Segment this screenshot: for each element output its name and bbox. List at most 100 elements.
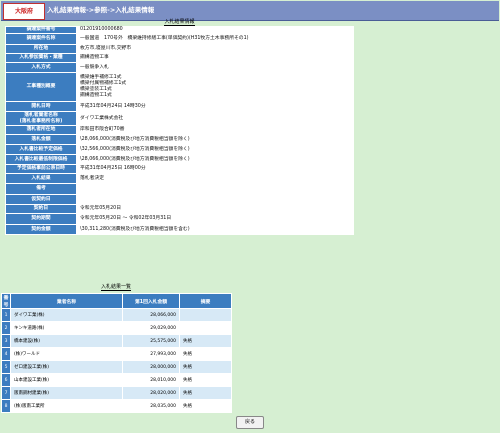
bid-no: 8	[1, 399, 11, 413]
table-row: 5 ゼロ建設工業(株) 28,000,000 失格	[1, 360, 232, 374]
detail-label: 備考	[5, 183, 77, 195]
bid-note	[179, 321, 232, 335]
bid-no: 2	[1, 321, 11, 335]
detail-label: 入札結果	[5, 173, 77, 184]
detail-value: \28,066,000(消費税及び地方消費税相当額を除く)	[76, 154, 354, 165]
detail-value: 平成31年04月25日 16時00分	[76, 164, 354, 174]
detail-row: 落札金額 \28,066,000(消費税及び地方消費税相当額を除く)	[5, 134, 354, 145]
detail-value	[76, 194, 354, 205]
detail-row: 契約金額 \30,311,280(消費税及び地方消費税相当額を含む)	[5, 224, 354, 235]
column-header-name: 業者名称	[10, 293, 123, 309]
bid-amount: 28,010,000	[122, 373, 180, 387]
detail-label: 入札参加資格・業種	[5, 53, 77, 63]
bid-no: 7	[1, 386, 11, 400]
bid-result-list: 入札結果一覧 番号 業者名称 第1回入札金額 摘要 1 ダイワ工業(株) 28,06…	[1, 283, 232, 413]
bid-note: 失格	[179, 386, 232, 400]
bid-no: 3	[1, 334, 11, 348]
detail-table: 調達案件番号 01201910000680 調達案件名称 一般国道 170号外 橋梁維…	[5, 26, 354, 235]
bid-amount: 27,993,000	[122, 347, 180, 361]
bid-no: 6	[1, 373, 11, 387]
detail-label: 契約金額	[5, 224, 77, 235]
detail-value: 枚方市,寝屋川市,交野市	[76, 44, 354, 54]
detail-value: 一般国道 170号外 橋梁維持修繕工事(単価契約)(H31牧方土木事務所その1)	[76, 33, 354, 45]
bid-table: 番号 業者名称 第1回入札金額 摘要 1 ダイワ工業(株) 28,066,000 2 キ…	[1, 293, 232, 413]
column-header-no: 番号	[1, 293, 11, 309]
detail-value: 落札者決定	[76, 173, 354, 184]
detail-value: 平成31年04月24日 14時30分	[76, 101, 354, 112]
detail-row: 備考	[5, 183, 354, 195]
bidder-name: ゼロ建設工業(株)	[10, 360, 123, 374]
detail-section-title: 入札結果情報	[164, 19, 195, 26]
breadcrumb: 入札結果情報->参照->入札結果情報	[47, 6, 155, 14]
table-row: 7 阪南鋼材建業(株) 28,020,000 失格	[1, 386, 232, 400]
bid-amount: 28,066,000	[122, 308, 180, 322]
detail-label: 落札者所在地	[5, 125, 77, 135]
detail-label: 開札日時	[5, 101, 77, 112]
bid-note: 失格	[179, 347, 232, 361]
detail-value: 橋梁維手補修工1式 橋梁付属物補修工1式 橋梁塗装工1式 鋼構造物工1式	[76, 72, 354, 102]
detail-value: \30,311,280(消費税及び地方消費税相当額を含む)	[76, 224, 354, 235]
bid-note	[179, 308, 232, 322]
list-section-title: 入札結果一覧	[100, 284, 131, 291]
detail-value: 令和元年05月20日 ～ 令和02年03月31日	[76, 213, 354, 225]
detail-label: 調達案件名称	[5, 33, 77, 45]
detail-row: 所在地 枚方市,寝屋川市,交野市	[5, 44, 354, 54]
bidder-name: (株)ワールド	[10, 347, 123, 361]
detail-value: ダイワ工業株式会社	[76, 111, 354, 126]
table-row: 8 (株)阪南工業所 28,035,000 失格	[1, 399, 232, 413]
detail-label: 落札者業者名称 (落札者事務所名称)	[5, 111, 77, 126]
detail-row: 調達案件番号 01201910000680	[5, 26, 354, 34]
column-header-note: 摘要	[179, 293, 232, 309]
detail-row: 入札参加資格・業種 鋼構造物工事	[5, 53, 354, 63]
detail-value: \28,066,000(消費税及び地方消費税相当額を除く)	[76, 134, 354, 145]
table-row: 3 橋本建設(株) 25,575,000 失格	[1, 334, 232, 348]
detail-value: \32,566,000(消費税及び地方消費税相当額を除く)	[76, 144, 354, 155]
detail-label: 予定価格事前公表日時	[5, 164, 77, 174]
bid-note: 失格	[179, 399, 232, 413]
bid-note: 失格	[179, 334, 232, 348]
detail-row: 入札書比較最低制限価格 \28,066,000(消費税及び地方消費税相当額を除く)	[5, 154, 354, 165]
detail-value: 一般競争入札	[76, 62, 354, 73]
detail-label: 契約期間	[5, 213, 77, 225]
detail-row: 入札書比較予定価格 \32,566,000(消費税及び地方消費税相当額を除く)	[5, 144, 354, 155]
bidder-name: ダイワ工業(株)	[10, 308, 123, 322]
bidder-name: 阪南鋼材建業(株)	[10, 386, 123, 400]
detail-row: 落札者所在地 岸和田市阪合町70番	[5, 125, 354, 135]
detail-row: 入札方式 一般競争入札	[5, 62, 354, 73]
detail-value	[76, 183, 354, 195]
bid-amount: 29,029,000	[122, 321, 180, 335]
bidder-name: キンキ道路(株)	[10, 321, 123, 335]
bid-no: 4	[1, 347, 11, 361]
bid-amount: 28,035,000	[122, 399, 180, 413]
detail-value: 岸和田市阪合町70番	[76, 125, 354, 135]
table-row: 4 (株)ワールド 27,993,000 失格	[1, 347, 232, 361]
detail-row: 予定価格事前公表日時 平成31年04月25日 16時00分	[5, 164, 354, 174]
bid-amount: 28,020,000	[122, 386, 180, 400]
bidder-name: 橋本建設(株)	[10, 334, 123, 348]
back-button[interactable]: 戻る	[236, 416, 264, 429]
page-header: 大阪府 入札結果情報->参照->入札結果情報	[1, 1, 499, 21]
detail-label: 仮契約日	[5, 194, 77, 205]
detail-value: 令和元年05月20日	[76, 204, 354, 214]
detail-row: 落札者業者名称 (落札者事務所名称) ダイワ工業株式会社	[5, 111, 354, 126]
detail-row: 仮契約日	[5, 194, 354, 205]
detail-row: 調達案件名称 一般国道 170号外 橋梁維持修繕工事(単価契約)(H31牧方土木事…	[5, 33, 354, 45]
bid-note: 失格	[179, 373, 232, 387]
table-row: 1 ダイワ工業(株) 28,066,000	[1, 308, 232, 322]
bid-no: 1	[1, 308, 11, 322]
bid-amount: 25,575,000	[122, 334, 180, 348]
detail-label: 入札書比較予定価格	[5, 144, 77, 155]
column-header-amount: 第1回入札金額	[122, 293, 180, 309]
detail-value: 01201910000680	[76, 26, 354, 34]
bid-note: 失格	[179, 360, 232, 374]
bidder-name: (株)阪南工業所	[10, 399, 123, 413]
bid-amount: 28,000,000	[122, 360, 180, 374]
detail-row: 開札日時 平成31年04月24日 14時30分	[5, 101, 354, 112]
detail-label: 調達案件番号	[5, 26, 77, 34]
detail-row: 入札結果 落札者決定	[5, 173, 354, 184]
table-row: 2 キンキ道路(株) 29,029,000	[1, 321, 232, 335]
bid-table-header: 番号 業者名称 第1回入札金額 摘要	[1, 293, 232, 309]
bidder-name: 山本建設工業(株)	[10, 373, 123, 387]
detail-label: 工事種別概要	[5, 72, 77, 102]
bid-no: 5	[1, 360, 11, 374]
